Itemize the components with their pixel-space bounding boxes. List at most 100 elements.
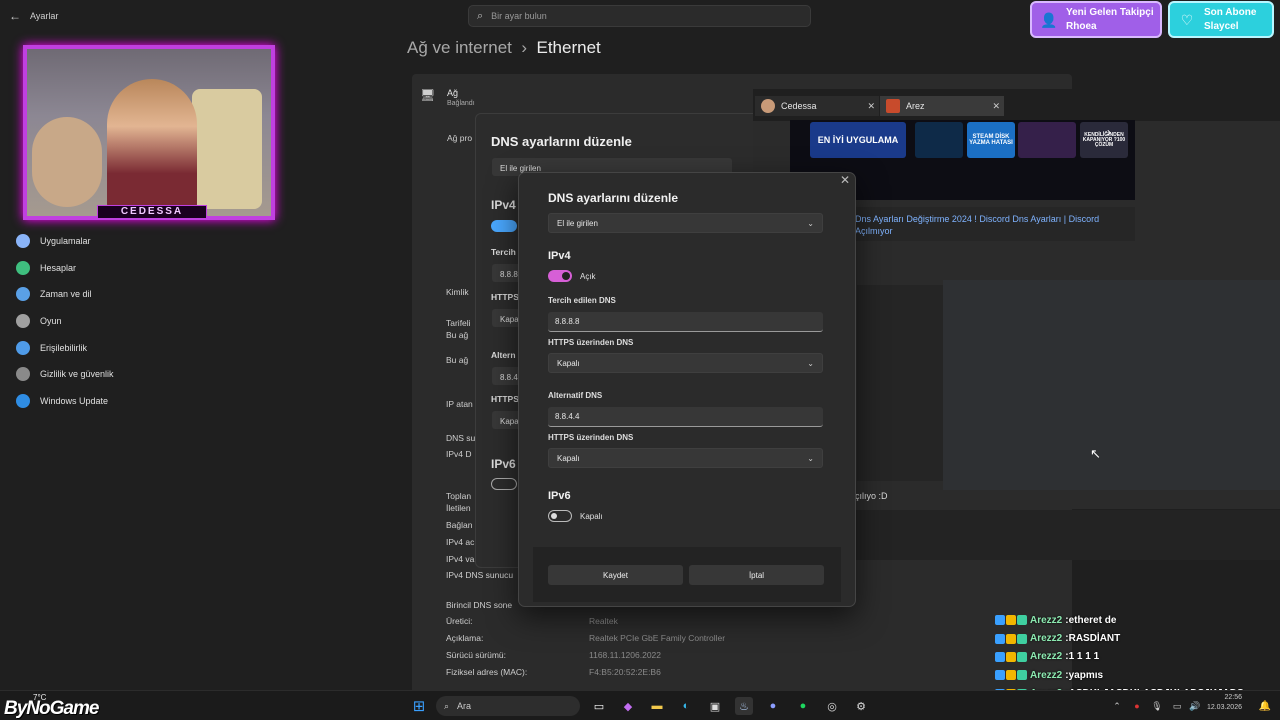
- property-label: Kimlik: [446, 287, 469, 297]
- close-icon[interactable]: ✕: [867, 101, 875, 112]
- sidebar-item[interactable]: Gizlilik ve güvenlik: [0, 361, 300, 388]
- video-thumbnail[interactable]: KENDİLİĞİNDEN KAPANIYOR ?100 ÇÖZÜM: [1080, 122, 1128, 158]
- ipv4-toggle[interactable]: [548, 270, 572, 282]
- teddy-bear: [32, 117, 102, 207]
- alternate-dns-input[interactable]: 8.8.4.4: [548, 407, 823, 427]
- spotify-icon[interactable]: ●: [794, 697, 812, 715]
- dialog-back-ipv6-toggle: [491, 478, 517, 490]
- file-explorer-icon[interactable]: ▬: [648, 697, 666, 715]
- person-add-icon: 👤: [1040, 11, 1058, 28]
- chat-text: yapmıs: [1068, 669, 1104, 681]
- video-thumbnail[interactable]: STEAM DİSK YAZMA HATASI: [967, 122, 1015, 158]
- preferred-dns-input[interactable]: 8.8.8.8: [548, 312, 823, 332]
- edge-icon[interactable]: ◐: [677, 697, 695, 715]
- chat-badges-icon: [995, 651, 1027, 662]
- browser-tabs: Cedessa ✕ Arez ✕: [753, 89, 1280, 121]
- windows-start-icon[interactable]: ⊞: [410, 697, 428, 715]
- tab-arez[interactable]: Arez ✕: [880, 96, 1004, 116]
- dialog-title: DNS ayarlarını düzenle: [548, 191, 679, 205]
- chevron-up-icon[interactable]: ⌃: [1108, 697, 1126, 715]
- video-thumbnail[interactable]: [915, 122, 963, 158]
- tray-app-icon[interactable]: ●: [1128, 697, 1146, 715]
- gaming-chair: [192, 89, 262, 209]
- chevron-down-icon: ⌄: [807, 358, 814, 368]
- notification-icon[interactable]: 🔔: [1256, 697, 1274, 715]
- close-icon[interactable]: ✕: [992, 101, 1000, 112]
- property-label: IPv4 D: [446, 449, 472, 459]
- gamepad-icon: [16, 314, 30, 329]
- chat-text: 1 1 1 1: [1068, 651, 1100, 663]
- taskbar-search-label: Ara: [457, 701, 472, 711]
- https1-label: HTTPS üzerinden DNS: [548, 338, 634, 347]
- copilot-icon[interactable]: ◆: [619, 697, 637, 715]
- back-arrow-icon[interactable]: ←: [0, 9, 30, 23]
- video-title[interactable]: Dns Ayarları Değiştirme 2024 ! Discord D…: [855, 213, 1105, 237]
- property-label: Sürücü sürümü:: [446, 650, 506, 660]
- store-icon[interactable]: ▣: [706, 697, 724, 715]
- settings-search-input[interactable]: ⌕ Bir ayar bulun: [468, 5, 811, 27]
- settings-gear-icon[interactable]: ⚙: [852, 697, 870, 715]
- https2-dropdown[interactable]: Kapalı ⌄: [548, 448, 823, 468]
- alternate-dns-value: 8.8.4.4: [555, 412, 580, 421]
- task-view-icon[interactable]: ▭: [590, 697, 608, 715]
- video-thumbnail[interactable]: EN İYİ UYGULAMA: [810, 122, 906, 158]
- sidebar-item[interactable]: Zaman ve dil: [0, 281, 300, 308]
- breadcrumb-parent[interactable]: Ağ ve internet: [407, 38, 512, 57]
- sidebar-item-label: Oyun: [40, 316, 62, 327]
- obs-icon[interactable]: ◎: [823, 697, 841, 715]
- cancel-button[interactable]: İptal: [689, 565, 824, 585]
- ipv6-toggle[interactable]: [548, 510, 572, 522]
- sidebar-item[interactable]: Uygulamalar: [0, 228, 300, 255]
- property-label: IPv4 ac: [446, 537, 475, 547]
- property-label: Ağ pro: [447, 133, 473, 143]
- network-icon[interactable]: ▭: [1168, 697, 1186, 715]
- taskbar-search[interactable]: ⌕ Ara: [436, 696, 580, 716]
- follower-alert-title: Yeni Gelen Takipçi: [1066, 6, 1154, 18]
- titlebar: ← Ayarlar: [0, 0, 400, 32]
- badge-icon: [995, 651, 1005, 662]
- tab-cedessa[interactable]: Cedessa ✕: [755, 96, 879, 116]
- chat-message: Arezz2: etheret de: [995, 611, 1280, 629]
- clock[interactable]: 22:56 12.03.2026: [1207, 693, 1242, 713]
- video-area: [943, 280, 1280, 490]
- discord-icon[interactable]: ●: [764, 697, 782, 715]
- https2-value: Kapalı: [557, 453, 580, 463]
- sidebar-item[interactable]: Windows Update: [0, 388, 300, 415]
- alternate-dns-label: Alternatif DNS: [548, 391, 603, 400]
- volume-icon[interactable]: 🔊: [1186, 697, 1204, 715]
- clock-time: 22:56: [1224, 694, 1242, 701]
- badge-icon: [995, 670, 1005, 681]
- sidebar-item[interactable]: Oyun: [0, 308, 300, 335]
- chat-username: Arezz2: [1030, 633, 1063, 645]
- dialog-back-https: HTTPS: [491, 292, 519, 302]
- sidebar-item[interactable]: Erişilebilirlik: [0, 334, 300, 361]
- game-logo-icon: [886, 99, 900, 113]
- taskbar: ⊞ ⌕ Ara ▭ ◆ ▬ ◐ ▣ ♨ ● ● ◎ ⚙ ⌃ ● 🎙 ▭ 🔊 🔔: [0, 690, 1280, 720]
- person-icon: [16, 260, 30, 275]
- preferred-dns-value: 8.8.8.8: [555, 317, 580, 326]
- sidebar-item[interactable]: Hesaplar: [0, 255, 300, 282]
- property-label: İletilen: [446, 503, 471, 513]
- save-button[interactable]: Kaydet: [548, 565, 683, 585]
- microphone-icon[interactable]: 🎙: [1148, 697, 1166, 715]
- property-value: Realtek: [589, 616, 618, 626]
- sidebar-item-label: Erişilebilirlik: [40, 342, 88, 353]
- chevron-right-icon[interactable]: ›: [1107, 125, 1111, 139]
- dns-mode-dropdown[interactable]: El ile girilen ⌄: [548, 213, 823, 233]
- chat-message: Arezz2: RASDİANT: [995, 629, 1280, 647]
- follower-alert-name: Rhoea: [1066, 20, 1097, 32]
- badge-icon: [1017, 651, 1027, 662]
- property-label: Bu ağ: [446, 330, 469, 340]
- dialog-back-tercih: Tercih: [491, 247, 516, 257]
- network-icon: 🖥: [420, 88, 436, 102]
- property-label: Bu ağ: [446, 355, 469, 365]
- video-thumbnail[interactable]: [1018, 122, 1076, 158]
- property-label: Toplan: [446, 491, 472, 501]
- badge-icon: [1006, 615, 1016, 626]
- steam-icon[interactable]: ♨: [735, 697, 753, 715]
- sidebar-item-label: Hesaplar: [40, 262, 77, 273]
- https1-dropdown[interactable]: Kapalı ⌄: [548, 353, 823, 373]
- badge-icon: [1017, 670, 1027, 681]
- chat-username: Arezz2: [1030, 669, 1063, 681]
- close-icon[interactable]: ✕: [840, 173, 850, 187]
